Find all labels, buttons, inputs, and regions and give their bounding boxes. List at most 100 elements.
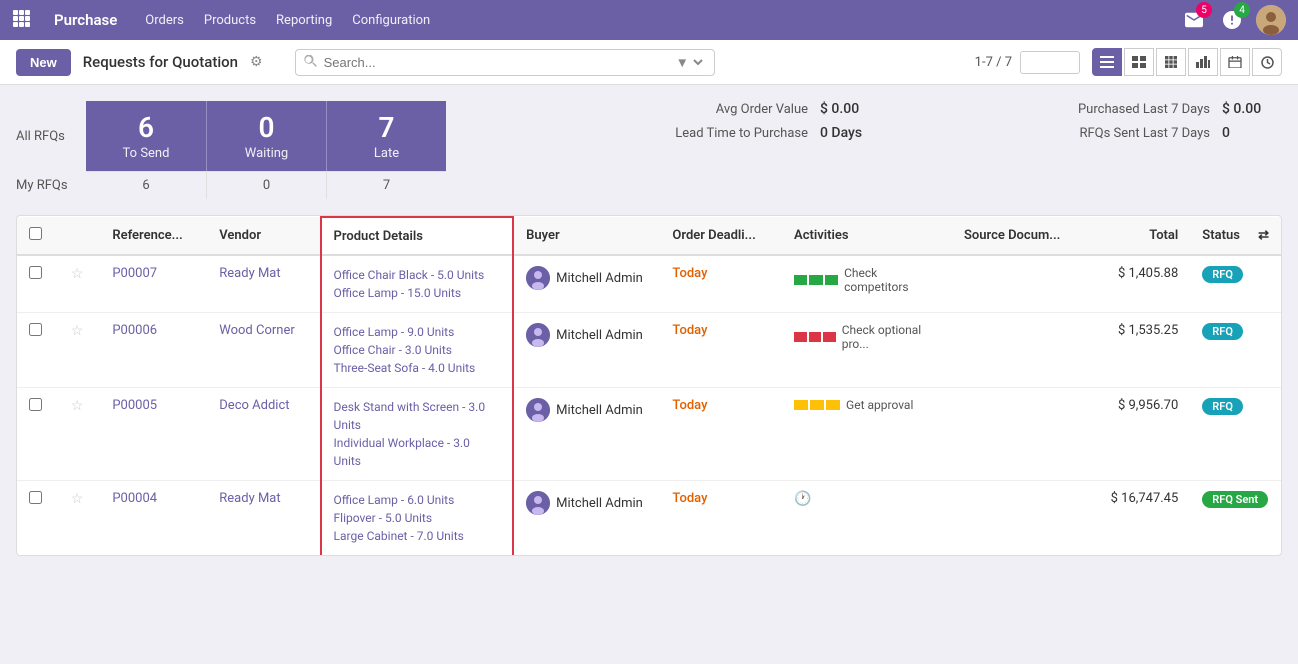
- vendor-link[interactable]: Ready Mat: [219, 266, 280, 281]
- product-line[interactable]: Office Chair Black - 5.0 Units: [334, 266, 501, 284]
- row-deadline-cell: Today: [660, 313, 782, 388]
- vendor-header[interactable]: Vendor: [207, 217, 320, 255]
- product-line[interactable]: Office Lamp - 9.0 Units: [334, 323, 501, 341]
- vendor-link[interactable]: Wood Corner: [219, 323, 294, 338]
- product-line[interactable]: Flipover - 5.0 Units: [334, 509, 501, 527]
- updates-button[interactable]: 4: [1218, 6, 1246, 34]
- app-name[interactable]: Purchase: [54, 11, 117, 29]
- total-header[interactable]: Total: [1088, 217, 1190, 255]
- calendar-view-button[interactable]: [1220, 48, 1250, 76]
- reference-link[interactable]: P00005: [112, 398, 157, 413]
- select-all-checkbox[interactable]: [29, 227, 42, 240]
- status-badge[interactable]: RFQ: [1202, 398, 1243, 415]
- buyer-info: Mitchell Admin: [526, 491, 648, 515]
- table-row: ☆ P00005 Deco Addict Desk Stand with Scr…: [17, 388, 1281, 481]
- clock-view-button[interactable]: [1252, 48, 1282, 76]
- avg-order-label: Avg Order Value: [510, 102, 808, 117]
- stats-row: All RFQs 6 To Send 0 Waiting 7 Late: [16, 101, 1282, 199]
- grid-icon[interactable]: [12, 9, 30, 31]
- row-reference-cell: P00005: [100, 388, 207, 481]
- nav-reporting[interactable]: Reporting: [276, 13, 332, 28]
- waiting-count: 0: [237, 111, 296, 144]
- settings-icon[interactable]: ⚙: [250, 54, 263, 70]
- status-header[interactable]: Status ⇄: [1190, 217, 1281, 255]
- favorite-star[interactable]: ☆: [71, 266, 84, 282]
- reference-link[interactable]: P00006: [112, 323, 157, 338]
- buyer-info: Mitchell Admin: [526, 398, 648, 422]
- top-nav: Purchase Orders Products Reporting Confi…: [0, 0, 1298, 40]
- activity-bar[interactable]: Get approval: [794, 398, 913, 412]
- sub-header: New Requests for Quotation ⚙ ▼ 1-7 / 7: [0, 40, 1298, 85]
- status-badge[interactable]: RFQ Sent: [1202, 491, 1268, 508]
- pagination-input[interactable]: [1020, 51, 1080, 74]
- product-lines: Desk Stand with Screen - 3.0 UnitsIndivi…: [334, 398, 501, 470]
- rfqs-sent-kpi: RFQs Sent Last 7 Days 0: [912, 125, 1282, 141]
- product-line[interactable]: Large Cabinet - 7.0 Units: [334, 527, 501, 545]
- lead-time-value: 0 Days: [820, 125, 880, 141]
- row-deadline-cell: Today: [660, 388, 782, 481]
- status-badge[interactable]: RFQ: [1202, 323, 1243, 340]
- my-late[interactable]: 7: [326, 171, 446, 199]
- to-send-card[interactable]: 6 To Send: [86, 101, 206, 171]
- search-bar: ▼: [295, 49, 715, 76]
- waiting-card[interactable]: 0 Waiting: [206, 101, 326, 171]
- activities-header[interactable]: Activities: [782, 217, 952, 255]
- row-checkbox[interactable]: [29, 323, 42, 336]
- rfq-stats: All RFQs 6 To Send 0 Waiting 7 Late: [16, 101, 446, 199]
- my-waiting[interactable]: 0: [206, 171, 326, 199]
- select-all-header[interactable]: [17, 217, 59, 255]
- product-line[interactable]: Individual Workplace - 3.0 Units: [334, 434, 501, 470]
- messages-button[interactable]: 5: [1180, 6, 1208, 34]
- new-button[interactable]: New: [16, 49, 71, 76]
- avatar[interactable]: [1256, 5, 1286, 35]
- grid-view-button[interactable]: [1156, 48, 1186, 76]
- row-status-cell: RFQ: [1190, 255, 1281, 313]
- search-input[interactable]: [324, 55, 672, 70]
- kanban-view-button[interactable]: [1124, 48, 1154, 76]
- status-badge[interactable]: RFQ: [1202, 266, 1243, 283]
- my-to-send[interactable]: 6: [86, 171, 206, 199]
- reference-header[interactable]: Reference...: [100, 217, 207, 255]
- column-settings-icon[interactable]: ⇄: [1258, 228, 1269, 243]
- product-line[interactable]: Three-Seat Sofa - 4.0 Units: [334, 359, 501, 377]
- product-line[interactable]: Office Chair - 3.0 Units: [334, 341, 501, 359]
- reference-link[interactable]: P00004: [112, 491, 157, 506]
- waiting-label: Waiting: [237, 146, 296, 161]
- total-value: $ 9,956.70: [1118, 398, 1178, 413]
- row-activities-cell: Get approval: [782, 388, 952, 481]
- nav-orders[interactable]: Orders: [145, 13, 184, 28]
- search-dropdown[interactable]: ▼: [672, 54, 706, 71]
- nav-configuration[interactable]: Configuration: [352, 13, 430, 28]
- activity-bar[interactable]: Check optional pro...: [794, 323, 940, 351]
- product-details-header[interactable]: Product Details: [321, 217, 514, 255]
- product-line[interactable]: Office Lamp - 15.0 Units: [334, 284, 501, 302]
- row-buyer-cell: Mitchell Admin: [513, 388, 660, 481]
- vendor-link[interactable]: Ready Mat: [219, 491, 280, 506]
- source-header[interactable]: Source Docum...: [952, 217, 1088, 255]
- fav-header: [59, 217, 100, 255]
- row-total-cell: $ 1,405.88: [1088, 255, 1190, 313]
- list-view-button[interactable]: [1092, 48, 1122, 76]
- activity-bar[interactable]: Check competitors: [794, 266, 940, 294]
- table-row: ☆ P00007 Ready Mat Office Chair Black - …: [17, 255, 1281, 313]
- row-checkbox[interactable]: [29, 491, 42, 504]
- product-line[interactable]: Office Lamp - 6.0 Units: [334, 491, 501, 509]
- row-product-cell: Office Lamp - 9.0 UnitsOffice Chair - 3.…: [321, 313, 514, 388]
- chart-view-button[interactable]: [1188, 48, 1218, 76]
- favorite-star[interactable]: ☆: [71, 323, 84, 339]
- nav-products[interactable]: Products: [204, 13, 256, 28]
- buyer-name: Mitchell Admin: [556, 496, 643, 511]
- deadline-header[interactable]: Order Deadli...: [660, 217, 782, 255]
- buyer-header[interactable]: Buyer: [513, 217, 660, 255]
- rfqs-sent-label: RFQs Sent Last 7 Days: [912, 126, 1210, 141]
- product-line[interactable]: Desk Stand with Screen - 3.0 Units: [334, 398, 501, 434]
- row-checkbox[interactable]: [29, 266, 42, 279]
- vendor-link[interactable]: Deco Addict: [219, 398, 289, 413]
- reference-link[interactable]: P00007: [112, 266, 157, 281]
- row-checkbox[interactable]: [29, 398, 42, 411]
- buyer-info: Mitchell Admin: [526, 323, 648, 347]
- favorite-star[interactable]: ☆: [71, 491, 84, 507]
- page-title: Requests for Quotation: [83, 53, 238, 71]
- favorite-star[interactable]: ☆: [71, 398, 84, 414]
- late-card[interactable]: 7 Late: [326, 101, 446, 171]
